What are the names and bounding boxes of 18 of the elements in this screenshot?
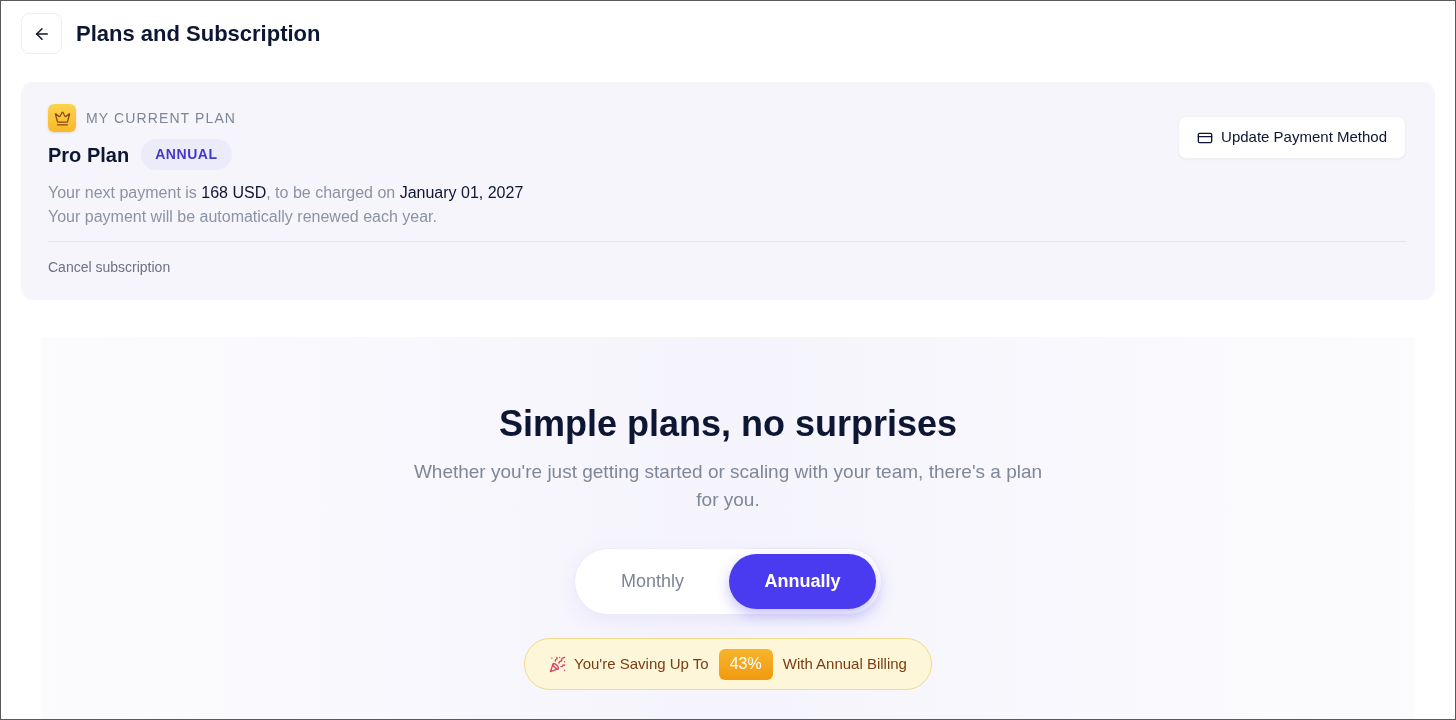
plan-name: Pro Plan	[48, 142, 130, 168]
payment-info-text: Your next payment is 168 USD, to be charged on January 01, 2027	[48, 183, 524, 203]
renewal-note: Your payment will be automatically renewed each year.	[48, 207, 438, 227]
party-popper-icon	[549, 655, 567, 673]
savings-prefix-text: You're Saving Up To	[574, 653, 709, 674]
section-label: MY CURRENT PLAN	[86, 108, 237, 128]
update-payment-button[interactable]: Update Payment Method	[1178, 116, 1406, 159]
billing-option-tab[interactable]: Annually	[729, 554, 876, 609]
pricing-heading: Simple plans, no surprises	[498, 402, 958, 446]
billing-badge: ANNUAL	[141, 139, 232, 170]
crown-icon	[48, 104, 76, 132]
billing-option-tab[interactable]: Monthly	[580, 554, 725, 609]
page-title: Plans and Subscription	[76, 22, 321, 45]
savings-suffix-text: With Annual Billing	[782, 653, 907, 674]
cancel-subscription-link[interactable]: Cancel subscription	[48, 259, 171, 275]
pricing-subheading: Whether you're just getting started or scaling with your team, there's a plan for you.	[412, 460, 1044, 512]
back-button[interactable]	[21, 13, 62, 54]
savings-percent-badge: 43%	[718, 648, 773, 680]
